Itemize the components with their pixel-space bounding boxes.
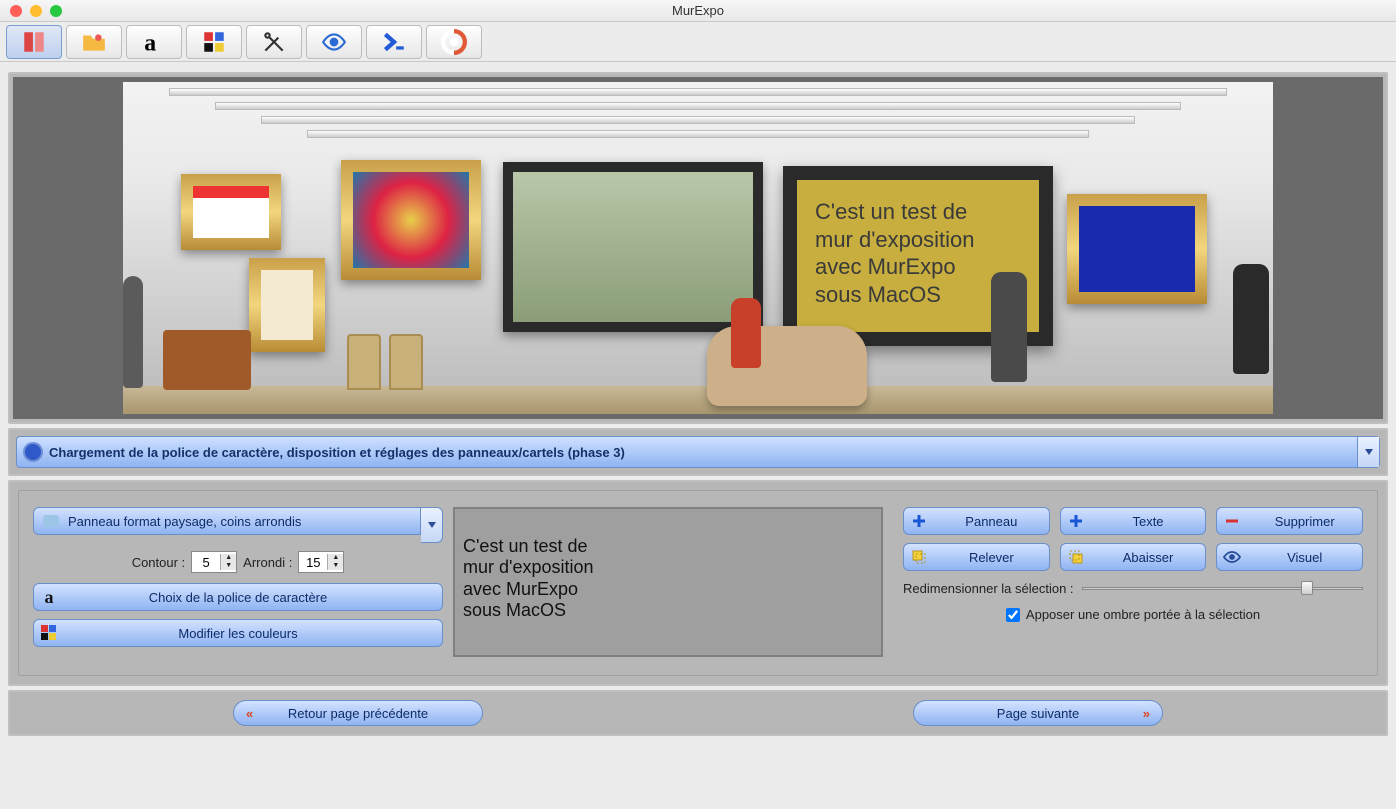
chevron-right-icon: » [1143, 706, 1150, 721]
ceiling [123, 82, 1273, 152]
gallery-frame[interactable] [503, 162, 763, 332]
arrondi-input[interactable] [299, 555, 327, 570]
gear-icon [25, 444, 41, 460]
chevron-left-icon: « [246, 706, 253, 721]
shadow-checkbox[interactable] [1006, 608, 1020, 622]
resize-row: Redimensionner la sélection : [903, 579, 1363, 597]
spin-up-icon[interactable]: ▲ [328, 554, 343, 562]
toolbar-help-button[interactable] [426, 25, 482, 59]
gallery-frame[interactable] [249, 258, 325, 352]
gallery-wall: C'est un test de mur d'exposition avec M… [123, 82, 1273, 414]
nav-frame: « Retour page précédente Page suivante » [8, 690, 1388, 736]
plus-icon [1061, 513, 1091, 529]
next-page-button[interactable]: Page suivante » [913, 700, 1163, 726]
toolbar-wall-button[interactable] [6, 25, 62, 59]
modify-colors-button[interactable]: Modifier les couleurs [33, 619, 443, 647]
gallery-person [731, 298, 761, 368]
shadow-row: Apposer une ombre portée à la sélection [903, 607, 1363, 622]
phase-dropdown-icon[interactable] [1357, 437, 1379, 467]
canvas-frame: C'est un test de mur d'exposition avec M… [8, 72, 1388, 424]
panel-preview-text: C'est un test de mur d'exposition avec M… [463, 536, 594, 620]
gallery-frame[interactable] [1067, 194, 1207, 304]
spin-down-icon[interactable]: ▼ [328, 562, 343, 570]
panel-preview-textbox[interactable]: C'est un test de mur d'exposition avec M… [453, 507, 883, 657]
toolbar-font-button[interactable]: a [126, 25, 182, 59]
add-panneau-button[interactable]: Panneau [903, 507, 1050, 535]
resize-label: Redimensionner la sélection : [903, 581, 1074, 596]
spin-down-icon[interactable]: ▼ [221, 562, 236, 570]
modify-colors-label: Modifier les couleurs [178, 626, 297, 641]
contour-label: Contour : [132, 555, 185, 570]
panel-type-button[interactable]: Panneau format paysage, coins arrondis [33, 507, 421, 535]
add-texte-label: Texte [1091, 514, 1206, 529]
gallery-frame[interactable] [341, 160, 481, 280]
floor [123, 386, 1273, 414]
relever-label: Relever [934, 550, 1049, 565]
toolbar-tools-button[interactable] [246, 25, 302, 59]
layer-down-icon [1061, 549, 1091, 565]
arrondi-label: Arrondi : [243, 555, 292, 570]
visuel-button[interactable]: Visuel [1216, 543, 1363, 571]
window-title: MurExpo [0, 3, 1396, 18]
plus-icon [904, 513, 934, 529]
toolbar: a [0, 22, 1396, 62]
canvas-area[interactable]: C'est un test de mur d'exposition avec M… [13, 77, 1383, 419]
gallery-chair [389, 334, 423, 390]
resize-slider[interactable] [1082, 579, 1363, 597]
svg-text:a: a [144, 30, 156, 54]
abaisser-label: Abaisser [1091, 550, 1206, 565]
phase-frame: Chargement de la police de caractère, di… [8, 428, 1388, 476]
panel-type-label: Panneau format paysage, coins arrondis [68, 514, 301, 529]
visuel-label: Visuel [1247, 550, 1362, 565]
supprimer-label: Supprimer [1247, 514, 1362, 529]
add-texte-button[interactable]: Texte [1060, 507, 1207, 535]
next-page-label: Page suivante [997, 706, 1079, 721]
phase-select[interactable]: Chargement de la police de caractère, di… [16, 436, 1380, 468]
prev-page-label: Retour page précédente [288, 706, 428, 721]
gallery-frame[interactable] [181, 174, 281, 250]
abaisser-button[interactable]: Abaisser [1060, 543, 1207, 571]
shadow-label: Apposer une ombre portée à la sélection [1026, 607, 1260, 622]
font-choice-label: Choix de la police de caractère [149, 590, 328, 605]
panel-type-dropdown-icon[interactable] [421, 507, 443, 543]
gallery-chair [347, 334, 381, 390]
add-panneau-label: Panneau [934, 514, 1049, 529]
contour-input[interactable] [192, 555, 220, 570]
colors-icon [40, 625, 58, 641]
gallery-person [123, 276, 143, 388]
gallery-person [991, 272, 1027, 382]
layer-up-icon [904, 549, 934, 565]
toolbar-colors-button[interactable] [186, 25, 242, 59]
panel-settings: Panneau format paysage, coins arrondis C… [33, 507, 443, 655]
actions-panel: Panneau Texte Supprimer Relever [893, 507, 1363, 622]
toolbar-eye-button[interactable] [306, 25, 362, 59]
panel-type-combo[interactable]: Panneau format paysage, coins arrondis [33, 507, 443, 543]
gallery-text-panel-text: C'est un test de mur d'exposition avec M… [815, 199, 975, 307]
controls-inner: Panneau format paysage, coins arrondis C… [18, 490, 1378, 676]
contour-spinner[interactable]: ▲▼ [191, 551, 237, 573]
minus-icon [1217, 513, 1247, 529]
font-icon: a [40, 589, 58, 605]
panel-icon [42, 513, 60, 529]
gallery-person [1233, 264, 1269, 374]
prev-page-button[interactable]: « Retour page précédente [233, 700, 483, 726]
toolbar-terminal-button[interactable] [366, 25, 422, 59]
relever-button[interactable]: Relever [903, 543, 1050, 571]
supprimer-button[interactable]: Supprimer [1216, 507, 1363, 535]
spin-up-icon[interactable]: ▲ [221, 554, 236, 562]
gallery-bench [163, 330, 251, 390]
font-choice-button[interactable]: a Choix de la police de caractère [33, 583, 443, 611]
contour-arrondi-row: Contour : ▲▼ Arrondi : ▲▼ [33, 551, 443, 573]
eye-icon [1217, 550, 1247, 564]
controls-frame: Panneau format paysage, coins arrondis C… [8, 480, 1388, 686]
toolbar-folder-button[interactable] [66, 25, 122, 59]
arrondi-spinner[interactable]: ▲▼ [298, 551, 344, 573]
phase-label: Chargement de la police de caractère, di… [49, 445, 625, 460]
titlebar: MurExpo [0, 0, 1396, 22]
